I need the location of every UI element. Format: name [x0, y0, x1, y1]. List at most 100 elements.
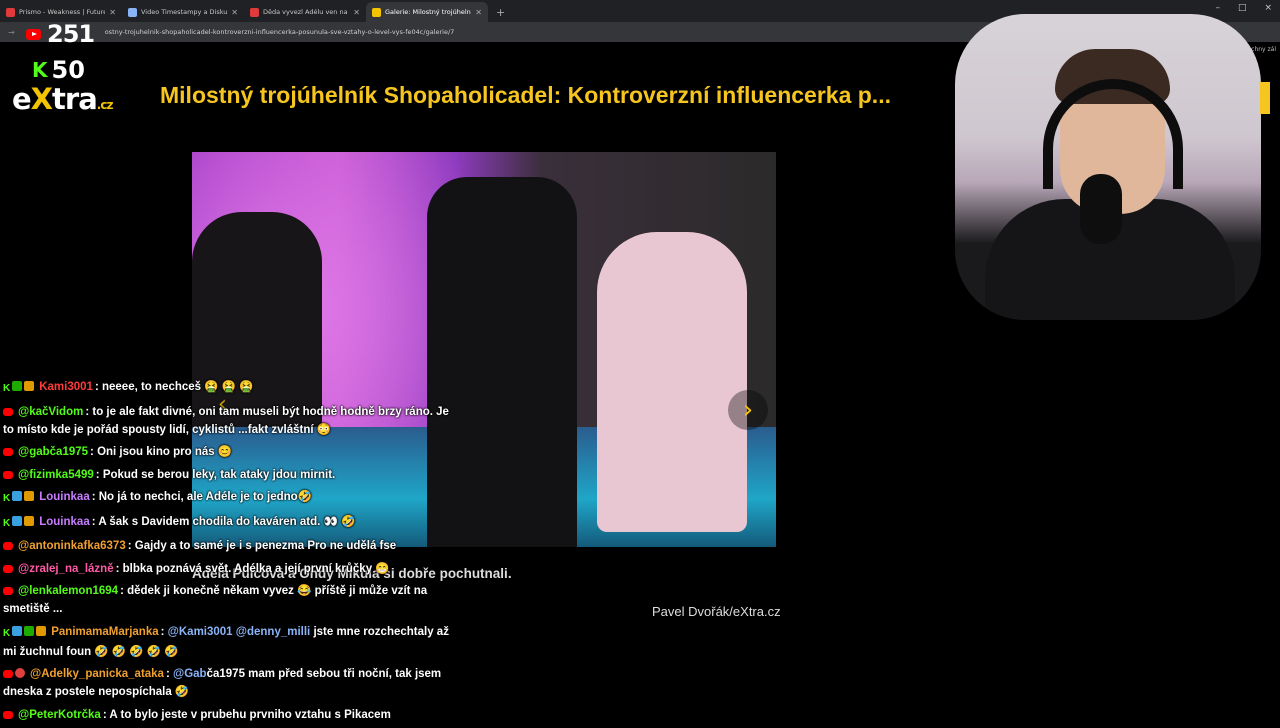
tab-title: Prismo - Weakness | Future Ba [19, 8, 106, 16]
page-title: Milostný trojúhelník Shopaholicadel: Kon… [160, 82, 891, 108]
kick-count: 50 [51, 56, 85, 84]
forward-icon[interactable]: → [0, 28, 23, 37]
badge-icon [36, 625, 47, 636]
kick-icon: K [3, 383, 11, 394]
minimize-button[interactable]: – [1215, 3, 1220, 13]
kick-icon: K [3, 627, 11, 639]
chat-badges [3, 466, 15, 484]
kick-icon: K [3, 517, 11, 529]
chat-username[interactable]: @PeterKotrčka [18, 709, 101, 721]
tab-3[interactable]: Děda vyvezl Adélu ven na výlet ✕ [244, 2, 366, 22]
badge-icon [12, 381, 23, 391]
youtube-icon [3, 407, 13, 416]
close-icon[interactable]: ✕ [353, 8, 360, 17]
chat-username[interactable]: Louinkaa [39, 516, 89, 528]
chat-badges [3, 706, 15, 724]
photo-credit: Pavel Dvořák/eXtra.cz [652, 604, 781, 619]
logo-x: X [30, 82, 53, 116]
webcam-overlay [955, 14, 1261, 320]
chat-badges [3, 537, 15, 555]
tab-favicon [250, 7, 259, 17]
youtube-icon [3, 670, 13, 678]
chat-message: @PeterKotrčka: A to bylo jeste v prubehu… [3, 706, 455, 724]
tab-4-active[interactable]: Galerie: Milostný trojúhelník Ad ✕ [366, 2, 488, 22]
chat-text: : neeee, to nechceš 🤮 🤮 🤮 [94, 381, 254, 393]
chat-message: @antoninkafka6373: Gajdy a to samé je i … [3, 537, 455, 555]
chat-username[interactable]: @zralej_na_lázně [18, 563, 114, 575]
chat-username[interactable]: @fizimka5499 [18, 469, 94, 481]
badge-icon [24, 381, 35, 391]
chat-text: : A to bylo jeste v prubehu prvniho vzta… [102, 708, 391, 721]
chat-username[interactable]: @lenkalemon1694 [18, 585, 118, 597]
chat-text: : Gajdy a to samé je i s penezma Pro ne … [127, 540, 397, 552]
close-icon[interactable]: ✕ [231, 8, 238, 17]
chat-username[interactable]: PanimamaMarjanka [51, 626, 158, 638]
chat-text: : blbka poznává svět. Adélka a její prvn… [115, 562, 390, 575]
chat-badges [3, 560, 15, 578]
chat-text: : No já to nechci, ale Adéle je to jedno… [91, 491, 313, 503]
chat-mention: @Kami3001 @denny_milli [167, 625, 311, 638]
tab-title: Video Timestampy a Diskuze - [141, 8, 228, 16]
youtube-icon [3, 448, 13, 456]
tab-title: Galerie: Milostný trojúhelník Ad [385, 8, 471, 16]
tab-1[interactable]: Prismo - Weakness | Future Ba✕ [0, 2, 122, 22]
close-icon[interactable]: ✕ [109, 8, 116, 17]
badge-icon [24, 491, 35, 501]
badge-icon [12, 491, 23, 501]
chat-badges [3, 582, 15, 600]
chat-message: @kačVidom: to je ale fakt divné, oni tam… [3, 403, 455, 439]
chat-message: K Louinkaa: A šak s Davidem chodila do ka… [3, 513, 455, 533]
maximize-button[interactable]: □ [1238, 3, 1247, 13]
close-icon[interactable]: ✕ [475, 8, 482, 17]
site-header-button[interactable] [1260, 82, 1270, 114]
site-logo[interactable]: eXtra.cz [12, 82, 113, 116]
chat-badges: K [3, 378, 36, 398]
badge-icon [12, 515, 23, 526]
youtube-icon [3, 587, 13, 595]
logo-e: e [12, 82, 32, 116]
chat-message: K Louinkaa: No já to nechci, ale Adéle je… [3, 488, 455, 508]
youtube-count: 251 [47, 20, 95, 48]
chat-message: @fizimka5499: Pokud se berou leky, tak a… [3, 466, 455, 484]
badge-icon [12, 625, 23, 636]
url-text[interactable]: ostny-trojuhelnik-shopaholicadel-kontrov… [105, 28, 455, 36]
kick-icon: K [3, 493, 11, 504]
chat-message: @Adelky_panicka_ataka: @Gabča1975 mam př… [3, 665, 455, 701]
chat-badges: K [3, 488, 36, 508]
chat-message: K PanimamaMarjanka: @Kami3001 @denny_mill… [3, 623, 455, 661]
chat-username[interactable]: @gabča1975 [18, 446, 88, 458]
chat-username[interactable]: @kačVidom [18, 406, 83, 418]
chat-badges [3, 665, 27, 683]
chat-badges: K [3, 623, 48, 643]
chat-mention: @Gab [173, 668, 207, 680]
youtube-icon [3, 470, 13, 479]
tab-favicon [6, 7, 15, 17]
chat-badges: K [3, 513, 36, 533]
tab-2[interactable]: Video Timestampy a Diskuze -✕ [122, 2, 244, 22]
next-arrow-icon[interactable]: › [728, 390, 768, 430]
badge-icon [24, 625, 35, 636]
badge-icon [15, 668, 25, 678]
chat-badges [3, 443, 15, 461]
tab-favicon [128, 7, 137, 17]
chat-text: : A šak s Davidem chodila do kaváren atd… [91, 515, 356, 528]
stream-chat: K Kami3001: neeee, to nechceš 🤮 🤮 🤮 @kačVi… [3, 378, 455, 728]
youtube-icon [3, 542, 13, 550]
chat-message: @lenkalemon1694: dědek ji konečně někam … [3, 582, 455, 618]
youtube-icon [3, 710, 13, 719]
close-window-button[interactable]: × [1264, 3, 1272, 13]
chat-username[interactable]: @Adelky_panicka_ataka [30, 668, 164, 680]
chat-username[interactable]: @antoninkafka6373 [18, 540, 126, 552]
youtube-icon [3, 564, 13, 573]
badge-icon [24, 515, 35, 526]
new-tab-button[interactable]: + [488, 2, 513, 22]
chat-username[interactable]: Louinkaa [39, 491, 89, 503]
tab-favicon [372, 7, 381, 17]
window-controls: – □ × [1215, 3, 1272, 13]
chat-message: K Kami3001: neeee, to nechceš 🤮 🤮 🤮 [3, 378, 455, 398]
tab-title: Děda vyvezl Adélu ven na výlet [263, 8, 349, 16]
chat-message: @zralej_na_lázně: blbka poznává svět. Ad… [3, 560, 455, 578]
chat-text: : Pokud se berou leky, tak ataky jdou mi… [95, 468, 336, 481]
youtube-viewer-count: 251 [26, 20, 95, 48]
chat-username[interactable]: Kami3001 [39, 381, 93, 393]
